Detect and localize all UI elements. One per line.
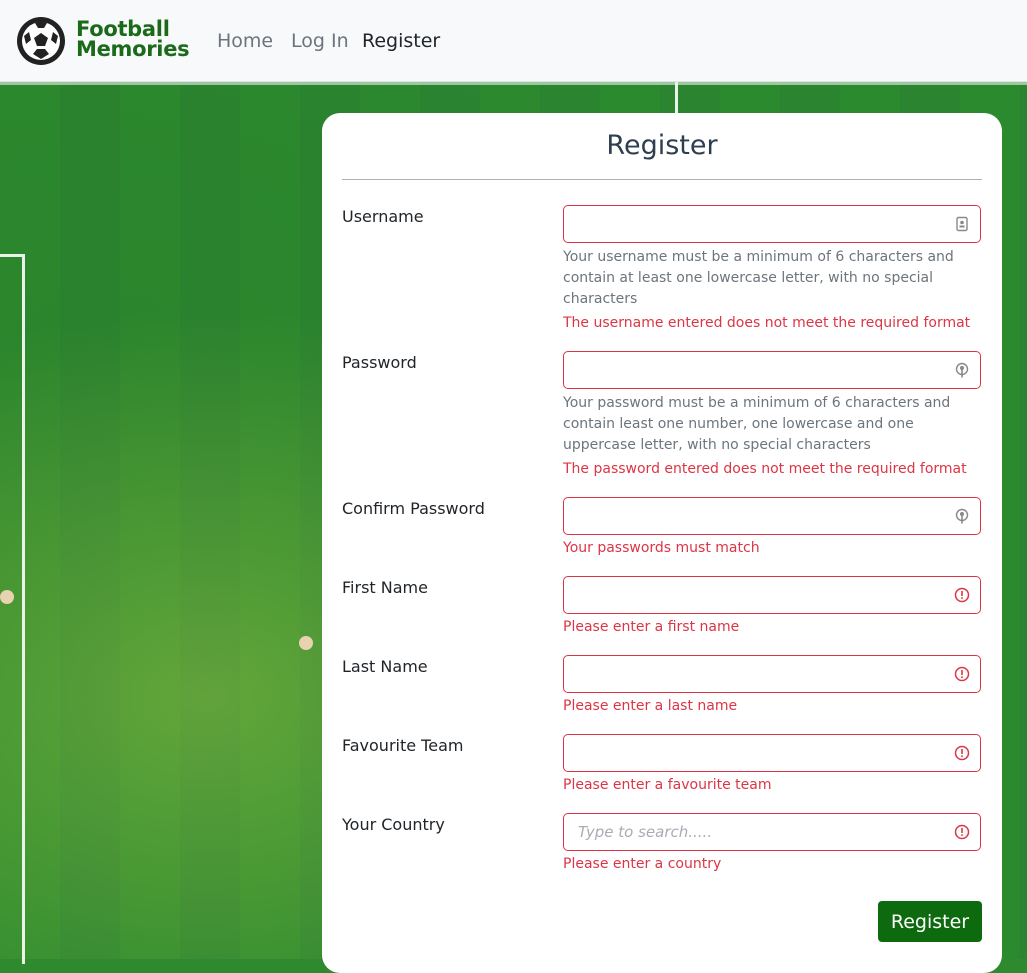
last-name-error: Please enter a last name [563, 698, 738, 714]
page-title: Register [606, 130, 718, 161]
password-field[interactable] [563, 351, 981, 389]
error-circle-icon [954, 745, 970, 761]
first-name-label: First Name [342, 578, 428, 597]
pitch-line [0, 82, 1027, 85]
register-submit-button[interactable]: Register [878, 901, 982, 942]
brand-line-1: Football [76, 17, 170, 41]
nav-home-link[interactable]: Home [217, 30, 273, 52]
error-circle-icon [954, 587, 970, 603]
last-name-input[interactable] [576, 656, 950, 692]
nav-login-link[interactable]: Log In [291, 30, 349, 52]
contact-card-icon [956, 216, 968, 232]
navbar: Football Memories Home Log In Register [0, 0, 1027, 82]
player [299, 636, 313, 650]
pitch-line [675, 82, 678, 113]
title-divider [342, 179, 982, 180]
error-circle-icon [954, 666, 970, 682]
country-search-input[interactable] [576, 814, 950, 850]
confirm-password-field[interactable] [563, 497, 981, 535]
confirm-password-label: Confirm Password [342, 499, 485, 518]
first-name-input[interactable] [576, 577, 950, 613]
username-input[interactable] [576, 206, 950, 242]
password-input[interactable] [576, 352, 950, 388]
pitch-line [0, 254, 24, 257]
username-field[interactable] [563, 205, 981, 243]
football-logo-icon[interactable] [16, 16, 66, 66]
favourite-team-input[interactable] [576, 735, 950, 771]
username-hint: Your username must be a minimum of 6 cha… [563, 249, 954, 307]
pitch-line [22, 254, 25, 964]
key-icon [955, 362, 969, 378]
username-label: Username [342, 207, 424, 226]
brand-line-2: Memories [76, 37, 190, 61]
nav-register-link[interactable]: Register [362, 30, 440, 52]
confirm-password-input[interactable] [576, 498, 950, 534]
confirm-password-error: Your passwords must match [563, 540, 760, 556]
favourite-team-label: Favourite Team [342, 736, 464, 755]
first-name-error: Please enter a first name [563, 619, 740, 635]
last-name-field[interactable] [563, 655, 981, 693]
error-circle-icon [954, 824, 970, 840]
first-name-field[interactable] [563, 576, 981, 614]
password-label: Password [342, 353, 417, 372]
country-label: Your Country [342, 815, 445, 834]
favourite-team-error: Please enter a favourite team [563, 777, 772, 793]
favourite-team-field[interactable] [563, 734, 981, 772]
key-icon [955, 508, 969, 524]
country-field[interactable] [563, 813, 981, 851]
player [0, 590, 14, 604]
brand-name[interactable]: Football Memories [76, 17, 190, 61]
password-error: The password entered does not meet the r… [563, 461, 967, 477]
username-error: The username entered does not meet the r… [563, 315, 971, 331]
password-hint: Your password must be a minimum of 6 cha… [563, 395, 951, 453]
last-name-label: Last Name [342, 657, 428, 676]
country-error: Please enter a country [563, 856, 722, 872]
